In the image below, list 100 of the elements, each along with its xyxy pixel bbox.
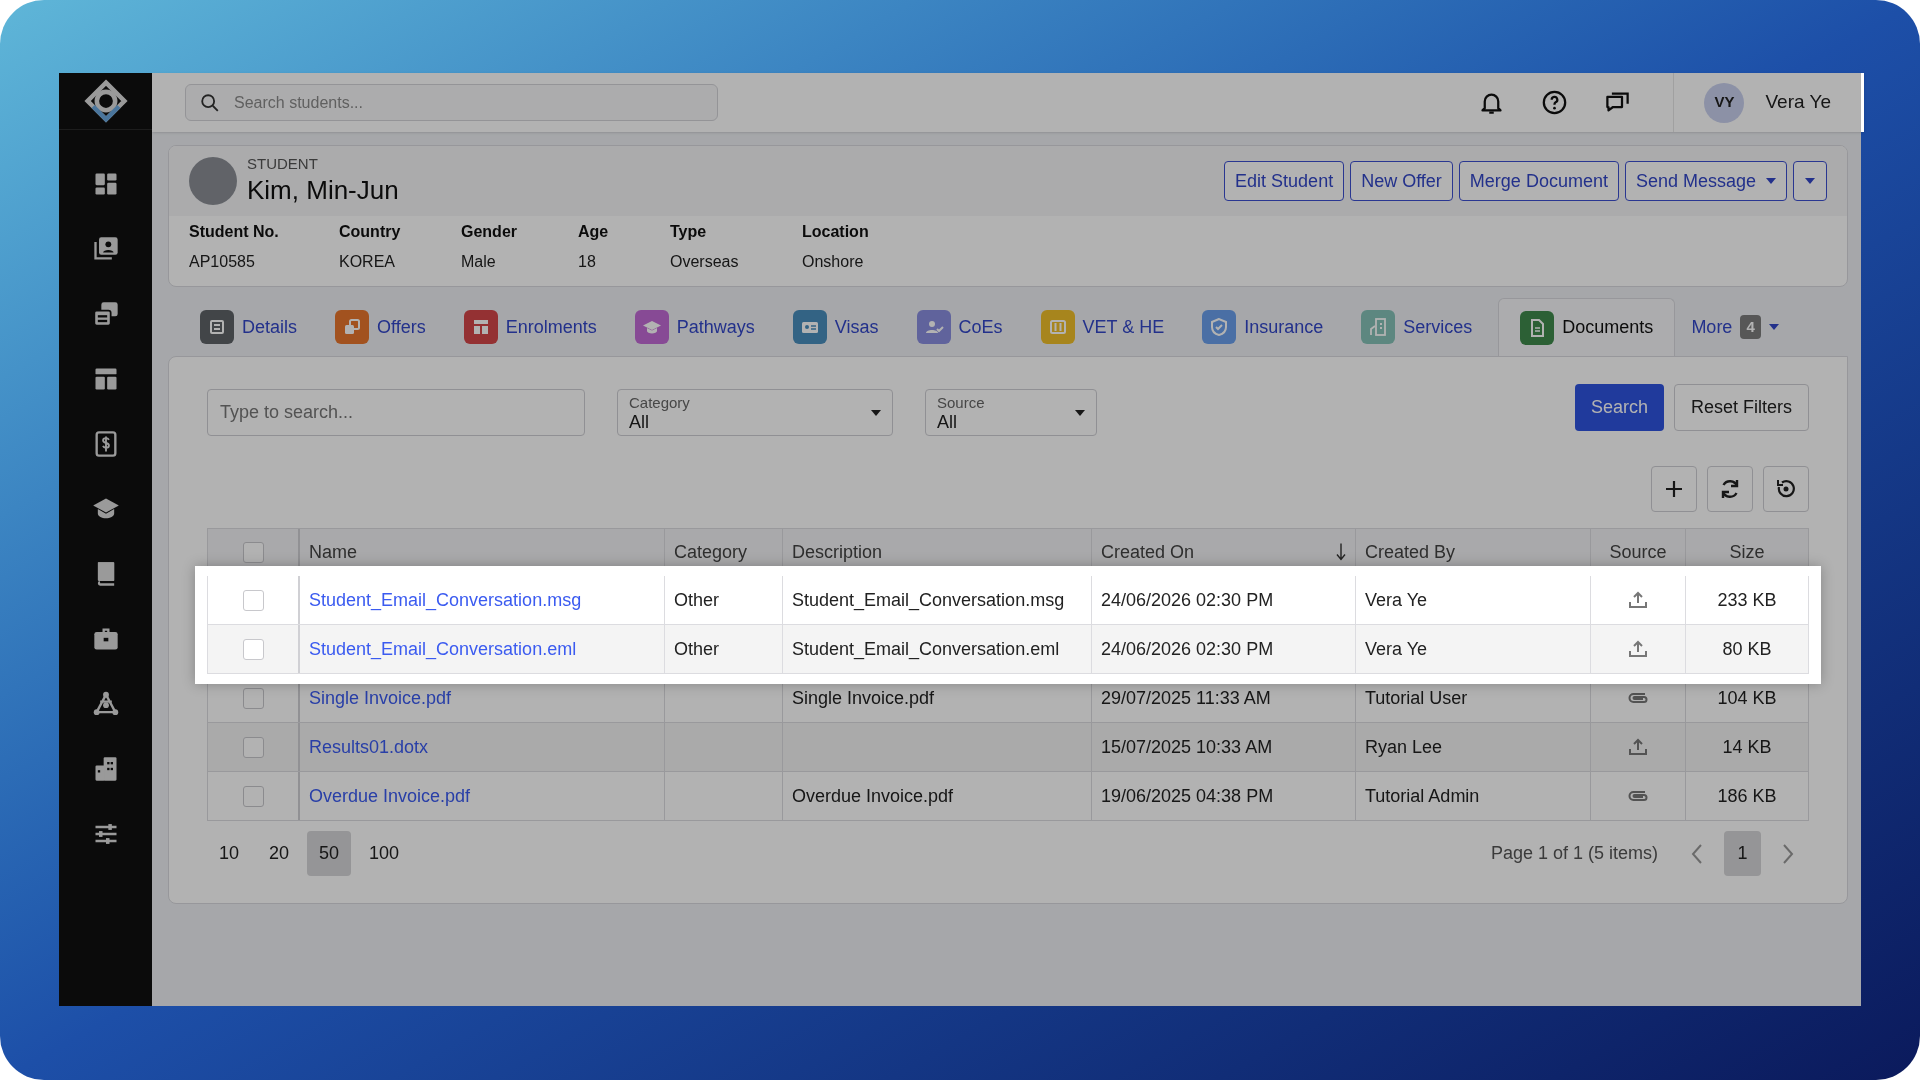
field-value: Male: [461, 252, 497, 272]
reset-button[interactable]: [1763, 466, 1809, 512]
checkbox[interactable]: [242, 541, 264, 563]
dropdown-value: All: [629, 412, 650, 431]
column-header[interactable]: Created By: [1365, 538, 1456, 566]
caret-icon: [1766, 178, 1776, 184]
dropdown-field[interactable]: Category All: [617, 389, 893, 436]
tab[interactable]: Enrolments: [451, 298, 609, 356]
field-label: Student No.: [189, 222, 280, 242]
action-button[interactable]: New Offer: [1350, 161, 1453, 201]
column-header[interactable]: Size: [1729, 538, 1765, 566]
search-field[interactable]: Search students...: [185, 84, 718, 121]
network-icon[interactable]: [91, 690, 120, 718]
checkbox[interactable]: [242, 785, 264, 807]
field-value: 18: [578, 252, 597, 272]
field-value: Onshore: [802, 252, 865, 272]
field-label: Country: [339, 222, 402, 242]
contact-card-icon[interactable]: [91, 235, 120, 263]
table-cell-text: Ryan Lee: [1365, 735, 1443, 759]
tab[interactable]: VET & HE: [1028, 298, 1177, 356]
page-size-option[interactable]: 100: [357, 831, 412, 876]
help-icon[interactable]: [1540, 89, 1568, 116]
dropdown-label: Source: [937, 394, 986, 410]
table-cell-text: Single Invoice.pdf: [792, 686, 935, 710]
action-button[interactable]: Edit Student: [1224, 161, 1345, 201]
checkbox[interactable]: [242, 736, 264, 758]
checkbox[interactable]: [242, 687, 264, 709]
search-field[interactable]: Type to search...: [207, 389, 585, 436]
more-tab[interactable]: More 4: [1685, 298, 1785, 356]
file-link[interactable]: Single Invoice.pdf: [309, 684, 452, 712]
table-cell-text: 80 KB: [1722, 637, 1772, 661]
page-size-option[interactable]: 50: [307, 831, 352, 876]
file-link[interactable]: Overdue Invoice.pdf: [309, 782, 471, 810]
refresh-button[interactable]: [1707, 466, 1753, 512]
field-label: Gender: [461, 222, 518, 242]
field-value: Overseas: [670, 252, 740, 272]
field-label: Type: [670, 222, 708, 242]
table-cell-text: Other: [674, 637, 720, 661]
checkbox[interactable]: [242, 638, 264, 660]
table-cell-text: Vera Ye: [1365, 637, 1428, 661]
column-header[interactable]: Source: [1609, 538, 1667, 566]
page-summary: Page 1 of 1 (5 items): [1490, 842, 1658, 865]
field-value: AP10585: [189, 252, 256, 272]
reset-filters-button[interactable]: Reset Filters: [1673, 384, 1809, 431]
table-cell-text: 233 KB: [1717, 588, 1777, 612]
user-avatar[interactable]: VY: [1704, 82, 1745, 123]
tab[interactable]: Visas: [780, 298, 891, 356]
search-icon: [199, 92, 221, 114]
file-link[interactable]: Results01.dotx: [309, 733, 429, 761]
add-button[interactable]: [1651, 466, 1697, 512]
chevron-left-icon: [1690, 842, 1704, 865]
table-cell-text: Vera Ye: [1365, 588, 1428, 612]
table-cell-text: Student_Email_Conversation.msg: [792, 588, 1065, 613]
tab[interactable]: Details: [188, 298, 310, 356]
table-cell-text: Tutorial Admin: [1365, 784, 1480, 808]
tab[interactable]: CoEs: [904, 298, 1015, 356]
column-header[interactable]: Name: [309, 538, 357, 566]
column-header[interactable]: Category: [674, 538, 748, 566]
chevron-right-icon: [1781, 842, 1795, 865]
student-name: Kim, Min-Jun: [247, 174, 399, 207]
user-name[interactable]: Vera Ye: [1765, 88, 1831, 117]
dropdown-label: Category: [629, 394, 691, 410]
column-header[interactable]: Created On: [1101, 538, 1195, 566]
table-cell-text: 186 KB: [1717, 784, 1777, 808]
table-cell-text: 104 KB: [1717, 686, 1777, 710]
action-button[interactable]: Merge Document: [1458, 161, 1619, 201]
table-cell-text: 15/07/2025 10:33 AM: [1101, 735, 1273, 759]
table-cell-text: Other: [674, 588, 720, 612]
table-cell-text: 29/07/2025 11:33 AM: [1101, 686, 1271, 710]
tab[interactable]: Insurance: [1190, 298, 1336, 356]
field-label: Age: [578, 222, 610, 242]
table-cell-text: 14 KB: [1722, 735, 1772, 759]
file-link[interactable]: Student_Email_Conversation.msg: [309, 586, 582, 614]
dropdown-field[interactable]: Source All: [925, 389, 1097, 436]
logo-icon: [83, 79, 128, 123]
table-cell-text: 24/06/2026 02:30 PM: [1101, 637, 1274, 661]
page-number[interactable]: 1: [1724, 831, 1761, 876]
caret-icon: [871, 409, 881, 416]
tab[interactable]: Offers: [323, 298, 438, 356]
caret-icon: [1075, 409, 1085, 416]
field-label: Location: [802, 222, 870, 242]
send-message-dropdown[interactable]: Send Message: [1624, 161, 1787, 201]
table-cell-text: Tutorial User: [1365, 686, 1468, 710]
table-cell-text: Student_Email_Conversation.eml: [792, 637, 1060, 662]
tab[interactable]: Services: [1349, 298, 1485, 356]
caret-icon: [1805, 178, 1815, 184]
tab[interactable]: Documents: [1498, 298, 1676, 356]
table-cell-text: 24/06/2026 02:30 PM: [1101, 588, 1274, 612]
count-badge: 4: [1740, 314, 1761, 340]
caret-icon: [1768, 324, 1779, 330]
more-actions-button[interactable]: [1793, 161, 1827, 201]
file-link[interactable]: Student_Email_Conversation.eml: [309, 635, 577, 663]
checkbox[interactable]: [242, 589, 264, 611]
search-button[interactable]: Search: [1574, 384, 1664, 431]
table-cell-text: 19/06/2025 04:38 PM: [1101, 784, 1274, 808]
column-header[interactable]: Description: [792, 538, 883, 566]
tab[interactable]: Pathways: [622, 298, 767, 356]
page-size-option[interactable]: 10: [207, 831, 252, 876]
student-photo-placeholder: [189, 157, 237, 205]
page-size-option[interactable]: 20: [257, 831, 302, 876]
